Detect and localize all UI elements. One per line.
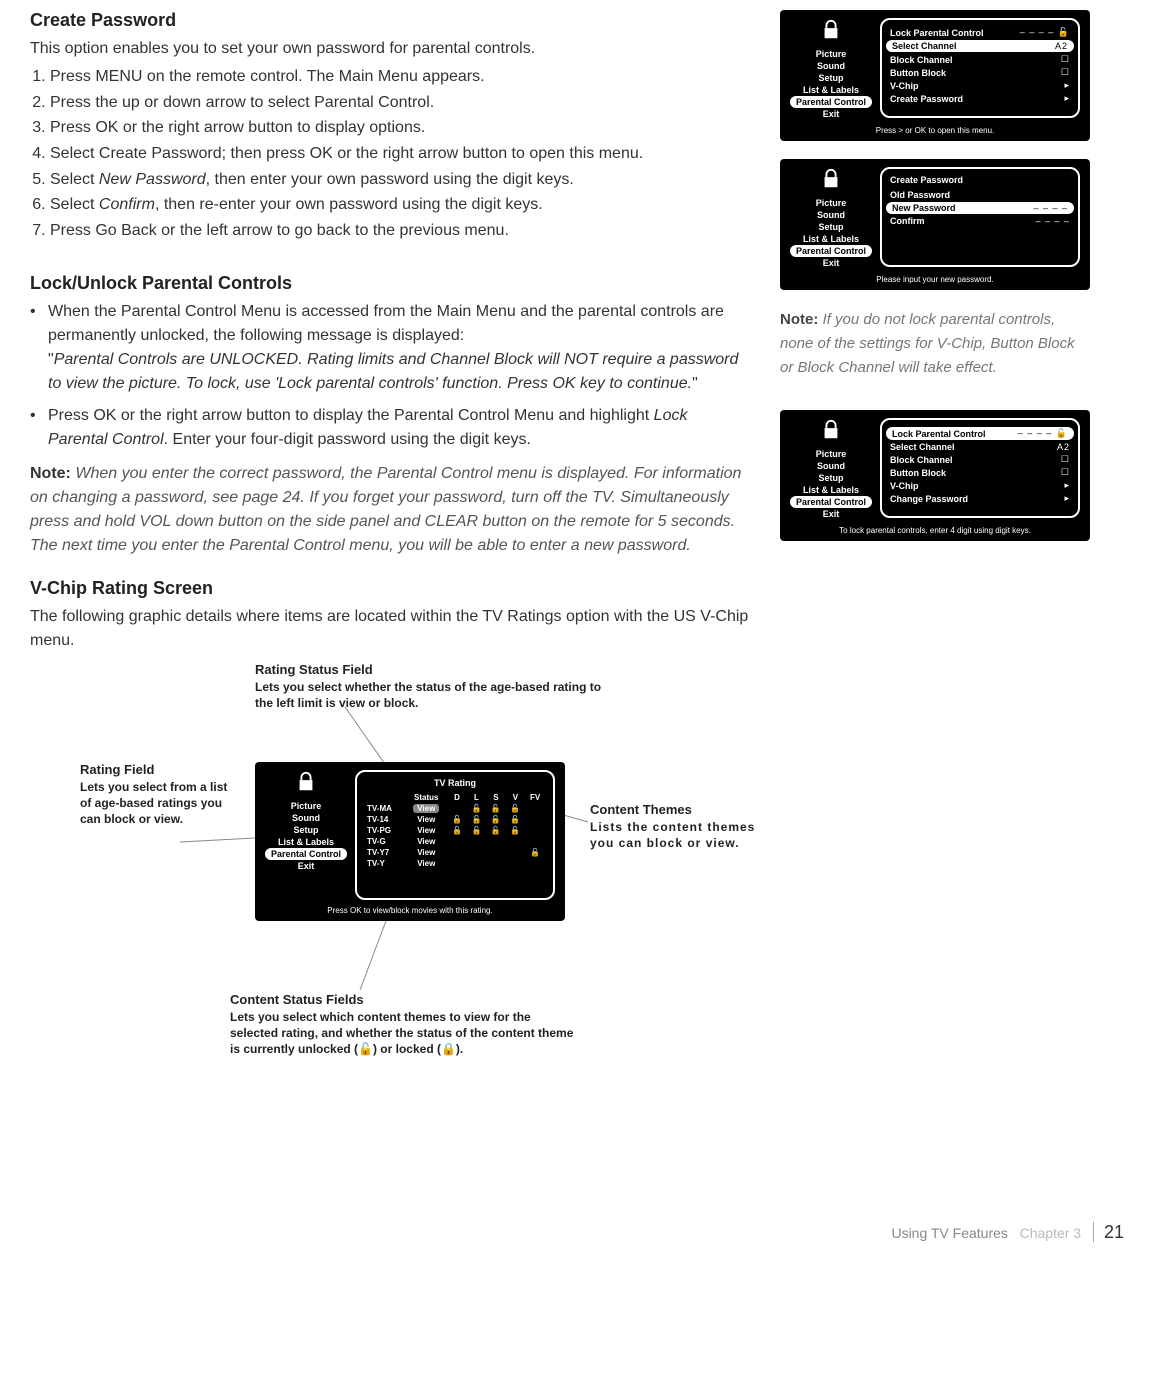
heading-vchip: V-Chip Rating Screen xyxy=(30,578,750,599)
callout-rating-field: Rating Field Lets you select from a list… xyxy=(80,762,240,828)
lock-icon xyxy=(293,770,319,794)
heading-lock-unlock: Lock/Unlock Parental Controls xyxy=(30,273,750,294)
create-password-intro: This option enables you to set your own … xyxy=(30,37,750,60)
step: Press the up or down arrow to select Par… xyxy=(50,90,750,116)
tv-menu-parental-1: Picture Sound Setup List & Labels Parent… xyxy=(780,10,1090,141)
ratings-table: Status D L S V FV TV-MAView🔓🔓🔓 TV-14View… xyxy=(365,792,545,869)
step: Press Go Back or the left arrow to go ba… xyxy=(50,218,750,244)
tv-menu-create-password: Picture Sound Setup List & Labels Parent… xyxy=(780,159,1090,290)
heading-create-password: Create Password xyxy=(30,10,750,31)
vchip-intro: The following graphic details where item… xyxy=(30,605,750,651)
vchip-diagram: Rating Status Field Lets you select whet… xyxy=(30,662,750,1202)
lock-icon xyxy=(818,167,844,191)
callout-content-status: Content Status Fields Lets you select wh… xyxy=(230,992,580,1058)
lock-icon xyxy=(818,418,844,442)
bullet: When the Parental Control Menu is access… xyxy=(30,300,750,396)
page-footer: Using TV Features Chapter 3 21 xyxy=(30,1222,1124,1243)
lock-unlock-bullets: When the Parental Control Menu is access… xyxy=(30,300,750,452)
tv-menu-parental-2: Picture Sound Setup List & Labels Parent… xyxy=(780,410,1090,541)
callout-content-themes: Content Themes Lists the content themes … xyxy=(590,802,760,851)
step: Press OK or the right arrow button to di… xyxy=(50,115,750,141)
side-note: Note: If you do not lock parental contro… xyxy=(780,308,1090,380)
lock-unlock-note: Note: When you enter the correct passwor… xyxy=(30,462,750,558)
step: Select Confirm, then re-enter your own p… xyxy=(50,192,750,218)
tv-menu-ratings: Picture Sound Setup List & Labels Parent… xyxy=(255,762,565,921)
lock-icon xyxy=(818,18,844,42)
step: Select New Password, then enter your own… xyxy=(50,167,750,193)
create-password-steps: Press MENU on the remote control. The Ma… xyxy=(50,64,750,243)
step: Select Create Password; then press OK or… xyxy=(50,141,750,167)
callout-rating-status: Rating Status Field Lets you select whet… xyxy=(255,662,615,711)
bullet: Press OK or the right arrow button to di… xyxy=(30,404,750,452)
step: Press MENU on the remote control. The Ma… xyxy=(50,64,750,90)
